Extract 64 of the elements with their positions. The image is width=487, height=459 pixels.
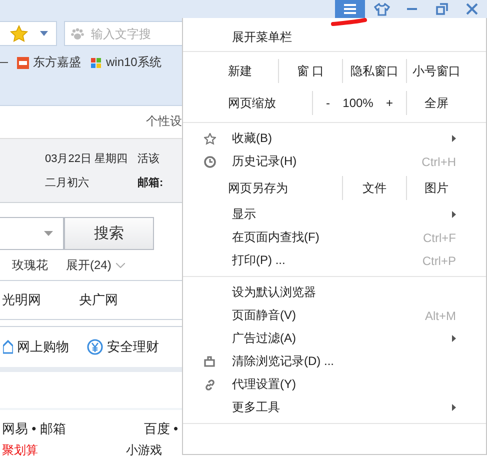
hot-word-link[interactable]: 玫瑰花 — [12, 256, 48, 274]
expand-button[interactable]: 展开(24) — [66, 256, 126, 274]
house-icon — [3, 340, 13, 354]
site-link[interactable]: 小游戏 — [126, 442, 162, 459]
menu-cell-button[interactable]: 全屏 — [406, 91, 466, 115]
menu-item[interactable]: 在页面内查找(F) Ctrl+F — [183, 226, 486, 249]
menu-item[interactable]: 更多工具 — [183, 396, 486, 419]
menu-cell-button[interactable]: 文件 — [342, 176, 406, 200]
site-link[interactable]: 网易 • 邮箱 — [2, 420, 66, 438]
menu-cell-button[interactable]: 小号窗口 — [406, 59, 466, 83]
site-link[interactable]: 央广网 — [79, 291, 118, 310]
minimize-icon — [406, 7, 418, 11]
lunar-date-text: 二月初六 — [45, 176, 90, 190]
site-logo-icon — [16, 56, 30, 70]
menu-item[interactable]: 显示 — [183, 203, 486, 226]
service-link[interactable]: 网上购物 — [17, 338, 69, 356]
shirt-icon — [374, 2, 390, 16]
eraser-icon — [204, 356, 215, 367]
greeting-text: 活该 — [138, 152, 161, 166]
star-icon — [10, 24, 28, 42]
annotation-stroke — [330, 18, 368, 26]
paw-icon — [71, 28, 84, 40]
restore-icon — [436, 3, 448, 15]
menu-item[interactable]: 页面静音(V) Alt+M — [183, 304, 486, 327]
caret-icon — [44, 231, 53, 236]
menu-item[interactable]: 收藏(B) — [183, 127, 486, 150]
caret-icon — [40, 31, 48, 36]
star-icon — [204, 132, 216, 144]
menu-cell-button[interactable]: 隐私窗口 — [342, 59, 406, 83]
link-icon — [204, 378, 216, 390]
chevron-icon — [116, 262, 126, 268]
menu-row-label: 新建 — [228, 62, 253, 80]
site-link[interactable]: 聚划算 — [2, 442, 38, 459]
bookmark-link[interactable]: 东方嘉盛 — [33, 54, 81, 71]
date-text: 03月22日 星期四 — [45, 152, 128, 166]
search-button[interactable]: 搜索 — [64, 217, 154, 250]
menu-item[interactable]: 设为默认浏览器 — [183, 281, 486, 304]
zoom-in-button[interactable]: + — [382, 96, 396, 110]
close-icon — [466, 3, 478, 15]
bookmark-link[interactable]: win10系统 — [106, 54, 162, 71]
zoom-out-button[interactable]: - — [323, 96, 333, 110]
site-link[interactable]: 百度 • — [144, 420, 178, 438]
search-field[interactable]: 输入文字搜 — [64, 21, 182, 46]
menu-row-label: 网页另存为 — [228, 180, 289, 196]
menu-item[interactable]: 清除浏览记录(D) ... — [183, 350, 486, 373]
clock-icon — [204, 156, 216, 168]
menu-button[interactable] — [335, 0, 365, 18]
yuan-icon — [87, 339, 103, 356]
settings-link[interactable]: 个性设 — [146, 113, 182, 130]
menu-item[interactable]: 历史记录(H) Ctrl+H — [183, 150, 486, 173]
zoom-level-text: 100% — [342, 96, 374, 110]
windows-logo-icon — [89, 56, 103, 70]
menu-item[interactable]: 打印(P) ... Ctrl+P — [183, 249, 486, 272]
mail-label: 邮箱: — [138, 176, 164, 190]
menu-row-label: 网页缩放 — [228, 94, 277, 112]
menu-cell-button[interactable]: 窗 口 — [278, 59, 342, 83]
service-link[interactable]: 安全理财 — [107, 338, 159, 356]
site-link[interactable]: 光明网 — [2, 291, 41, 310]
menu-cell-button[interactable]: 图片 — [406, 176, 466, 200]
menu-item[interactable]: 代理设置(Y) — [183, 373, 486, 396]
menu-icon — [343, 3, 357, 15]
menu-item[interactable]: 广告过滤(A) — [183, 327, 486, 350]
favorites-dropdown[interactable] — [0, 21, 57, 46]
menu-item[interactable]: 展开菜单栏 — [183, 26, 486, 48]
